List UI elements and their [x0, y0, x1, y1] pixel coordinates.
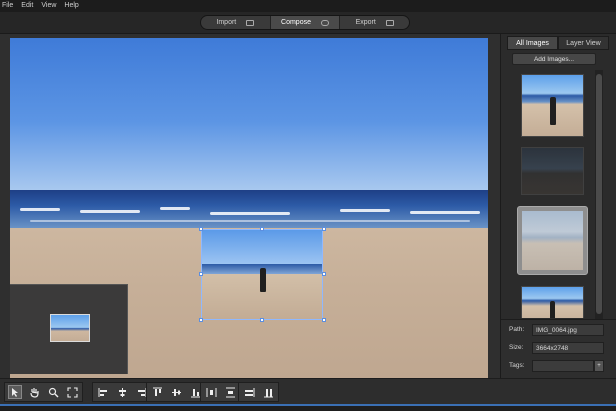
size-label: Size: [509, 344, 524, 351]
path-label: Path: [509, 326, 525, 333]
panel-tabs: All Images Layer View [507, 36, 609, 50]
status-strip [0, 404, 616, 411]
selected-image[interactable] [201, 229, 323, 320]
resize-handle[interactable] [260, 227, 264, 231]
resize-handle[interactable] [260, 318, 264, 322]
size-tools [238, 382, 279, 402]
resize-handle[interactable] [322, 318, 326, 322]
tags-field[interactable] [532, 360, 594, 372]
vertical-align-tools [146, 382, 206, 402]
resize-handle[interactable] [199, 318, 203, 322]
align-left-icon[interactable] [96, 385, 110, 399]
hand-icon[interactable] [27, 385, 41, 399]
navigation-tools [4, 382, 83, 402]
images-panel: All Images Layer View Add Images... Path… [500, 34, 616, 378]
mode-export-label: Export [355, 19, 376, 26]
image-thumbnail[interactable] [521, 286, 584, 318]
mode-switcher: Import Compose Export [200, 15, 410, 30]
mode-import[interactable]: Import [201, 16, 271, 29]
align-middle-icon[interactable] [169, 385, 183, 399]
menu-bar: File Edit View Help [0, 0, 616, 12]
image-thumbnail-list [511, 68, 605, 318]
magnifier-icon[interactable] [46, 385, 60, 399]
mode-compose[interactable]: Compose [270, 16, 341, 29]
image-thumbnail-selected[interactable] [517, 206, 588, 275]
person-figure [260, 268, 266, 292]
app-window: File Edit View Help Import Compose Expor… [0, 0, 616, 411]
resize-handle[interactable] [199, 272, 203, 276]
add-images-button[interactable]: Add Images... [512, 53, 596, 65]
menu-file[interactable]: File [2, 0, 13, 12]
tab-all-images[interactable]: All Images [507, 36, 558, 50]
mode-bar: Import Compose Export [0, 12, 616, 34]
horizontal-align-tools [92, 382, 152, 402]
image-properties: Path: IMG_0064.jpg Size: 3664x2748 Tags:… [501, 319, 616, 378]
align-top-icon[interactable] [150, 385, 164, 399]
distribute-horizontal-icon[interactable] [204, 385, 218, 399]
import-icon [246, 19, 255, 26]
background-sky [10, 38, 488, 190]
background-sea [10, 190, 488, 228]
canvas-area [0, 34, 500, 378]
mode-compose-label: Compose [281, 19, 311, 26]
navigator-thumbnail [50, 314, 90, 342]
add-tag-button[interactable]: + [594, 360, 604, 372]
resize-handle[interactable] [199, 227, 203, 231]
image-thumbnail[interactable] [521, 74, 584, 137]
size-field[interactable]: 3664x2748 [532, 342, 604, 354]
image-thumbnail[interactable] [521, 147, 584, 195]
match-height-icon[interactable] [261, 385, 275, 399]
navigator-panel[interactable] [10, 284, 128, 374]
menu-view[interactable]: View [41, 0, 56, 12]
resize-handle[interactable] [322, 272, 326, 276]
menu-edit[interactable]: Edit [21, 0, 33, 12]
distribute-tools [200, 382, 241, 402]
thumbnail-scrollbar[interactable] [595, 70, 603, 320]
distribute-vertical-icon[interactable] [223, 385, 237, 399]
bottom-toolbar [0, 378, 616, 404]
mode-import-label: Import [216, 19, 237, 26]
resize-handle[interactable] [322, 227, 326, 231]
mode-export[interactable]: Export [340, 16, 409, 29]
match-width-icon[interactable] [242, 385, 256, 399]
menu-help[interactable]: Help [64, 0, 78, 12]
path-field[interactable]: IMG_0064.jpg [532, 324, 604, 336]
align-center-icon[interactable] [115, 385, 129, 399]
export-icon [385, 19, 394, 26]
scrollbar-thumb[interactable] [596, 74, 602, 314]
compose-icon [320, 19, 329, 26]
tags-label: Tags: [509, 362, 525, 369]
fit-expand-icon[interactable] [65, 385, 79, 399]
tab-layer-view[interactable]: Layer View [558, 36, 609, 50]
arrow-pointer-icon[interactable] [8, 385, 22, 399]
